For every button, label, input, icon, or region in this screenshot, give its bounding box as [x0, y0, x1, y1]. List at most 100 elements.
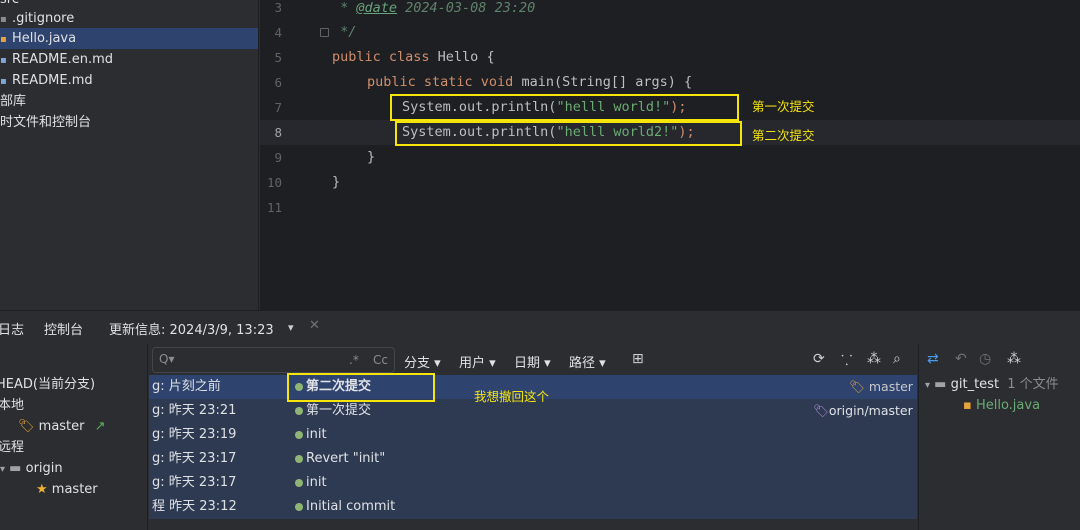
group-by-icon[interactable]: ⁂: [1007, 351, 1021, 367]
fold-icon[interactable]: [320, 28, 329, 37]
case-toggle[interactable]: Cc: [373, 353, 388, 367]
commit-message: init: [306, 475, 327, 490]
filter-date[interactable]: 日期 ▾: [514, 352, 551, 371]
commit-node: [295, 455, 303, 463]
tree-item-label: README.md: [12, 73, 93, 88]
filter-path[interactable]: 路径 ▾: [569, 352, 606, 371]
commit-author-date: g: 昨天 23:17: [152, 451, 237, 466]
highlight-box-second-commit: [395, 121, 742, 146]
graph-options-icon[interactable]: ⁂: [867, 351, 881, 367]
markdown-file-icon: ▪: [0, 55, 7, 66]
line-number: 6: [274, 75, 282, 90]
log-search-input[interactable]: Q▾ .* Cc: [152, 347, 395, 373]
search-icon[interactable]: ⌕: [893, 351, 901, 367]
commit-node: [295, 407, 303, 415]
tree-item-label: 时文件和控制台: [0, 115, 92, 130]
filter-branch[interactable]: 分支 ▾: [404, 352, 441, 371]
tree-item-readme-en[interactable]: ▪ README.en.md: [0, 49, 258, 70]
annotation-second-commit: 第二次提交: [752, 128, 815, 143]
cherry-pick-icon[interactable]: ⸪: [841, 351, 852, 370]
tab-update-info[interactable]: 更新信息: 2024/3/9, 13:23: [109, 319, 274, 338]
commit-message: Initial commit: [306, 499, 396, 514]
commit-author-date: g: 昨天 23:21: [152, 403, 237, 418]
commit-row[interactable]: 程 昨天 23:12 Initial commit: [149, 495, 917, 519]
line-number: 10: [266, 175, 282, 190]
code-line-5: public class Hello {: [332, 49, 495, 65]
git-panel: 日志 控制台 更新信息: 2024/3/9, 13:23 ▾ ✕ HEAD(当前…: [0, 310, 1080, 530]
line-number: 11: [266, 200, 282, 215]
close-icon[interactable]: ✕: [309, 318, 320, 333]
tab-console[interactable]: 控制台: [44, 319, 83, 338]
line-number: 8: [274, 125, 282, 140]
tree-item-label: Hello.java: [12, 31, 77, 46]
tree-item-scratches[interactable]: 时文件和控制台: [0, 112, 258, 133]
branches-tree: HEAD(当前分支) 本地 🏷 master ↗ 远程 ▾ ▬ origin ★…: [0, 344, 148, 530]
commit-message: Revert "init": [306, 451, 386, 466]
code-line-4: */: [332, 24, 357, 40]
branch-label: master: [38, 419, 85, 434]
tree-item-label: src: [0, 0, 19, 7]
commit-author-date: g: 昨天 23:19: [152, 427, 237, 442]
line-number: 9: [274, 150, 282, 165]
file-icon: ▪: [0, 14, 7, 25]
root-label: git_test: [950, 377, 1000, 392]
tab-log[interactable]: 日志: [0, 319, 24, 338]
commit-row[interactable]: g: 昨天 23:19 init: [149, 423, 917, 447]
new-tab-icon[interactable]: ⊞: [632, 351, 644, 367]
tag-icon: 🏷: [813, 403, 829, 418]
code-editor[interactable]: 3 4 5 6 7 8 9 10 11 * @date 2024-03-08 2…: [260, 0, 1080, 310]
branch-tag-origin-master: 🏷origin/master: [813, 403, 913, 418]
code-line-6: public static void main(String[] args) {: [367, 74, 693, 90]
chevron-down-icon: ▾: [0, 464, 6, 475]
changes-root[interactable]: ▾ ▬ git_test 1 个文件: [925, 374, 1059, 395]
tree-item-hello-java[interactable]: ▪ Hello.java: [0, 28, 258, 49]
revert-icon[interactable]: ↶: [955, 351, 967, 367]
commit-author-date: g: 片刻之前: [152, 379, 221, 394]
star-icon: ★: [36, 482, 48, 497]
commit-node: [295, 503, 303, 511]
tree-item-label: 部库: [0, 94, 27, 109]
annotation-first-commit: 第一次提交: [752, 99, 815, 114]
code-line-10: }: [332, 174, 341, 190]
tree-item-gitignore[interactable]: ▪ .gitignore: [0, 8, 258, 29]
search-icon: Q▾: [159, 352, 175, 366]
java-file-icon: ▪: [0, 34, 7, 45]
diff-icon[interactable]: ⇄: [927, 351, 939, 367]
tree-item-label: README.en.md: [12, 52, 113, 67]
folder-icon: ▬: [934, 377, 947, 392]
commit-author-date: g: 昨天 23:17: [152, 475, 237, 490]
commit-row[interactable]: g: 昨天 23:17 Revert "init": [149, 447, 917, 471]
branch-label: master: [51, 482, 98, 497]
branch-head[interactable]: HEAD(当前分支): [0, 374, 95, 395]
branch-group-local[interactable]: 本地: [0, 395, 24, 416]
tag-icon: 🏷: [18, 419, 35, 434]
line-number: 5: [274, 50, 282, 65]
highlight-box-revert-target: [287, 373, 435, 402]
commit-node: [295, 431, 303, 439]
branch-origin[interactable]: ▾ ▬ origin: [0, 458, 63, 479]
branch-master[interactable]: 🏷 master ↗: [18, 416, 106, 437]
chevron-down-icon[interactable]: ▾: [288, 321, 294, 334]
commit-author-date: 程 昨天 23:12: [152, 499, 237, 514]
branch-group-remote[interactable]: 远程: [0, 437, 24, 458]
history-icon[interactable]: ◷: [979, 351, 991, 367]
project-tree: src ▪ .gitignore ▪ Hello.java ▪ README.en.m…: [0, 0, 259, 310]
branch-origin-master[interactable]: ★ master: [36, 479, 98, 500]
outgoing-arrow-icon: ↗: [94, 419, 106, 434]
file-count: 1 个文件: [1007, 377, 1059, 392]
regex-toggle[interactable]: .*: [349, 353, 359, 367]
refresh-icon[interactable]: ⟳: [813, 351, 825, 367]
filter-user[interactable]: 用户 ▾: [459, 352, 496, 371]
line-number: 3: [274, 0, 282, 15]
java-file-icon: ▪: [963, 398, 972, 413]
tag-icon: 🏷: [849, 379, 865, 394]
changed-file[interactable]: ▪ Hello.java: [963, 395, 1040, 416]
code-line-9: }: [367, 149, 376, 165]
commit-row[interactable]: g: 昨天 23:17 init: [149, 471, 917, 495]
tree-item-external-libs[interactable]: 部库: [0, 91, 258, 112]
chevron-down-icon: ▾: [925, 380, 931, 391]
code-line-3: * @date 2024-03-08 23:20: [332, 0, 536, 16]
commit-message: init: [306, 427, 327, 442]
folder-icon: ▬: [9, 461, 22, 476]
tree-item-readme[interactable]: ▪ README.md: [0, 70, 258, 91]
